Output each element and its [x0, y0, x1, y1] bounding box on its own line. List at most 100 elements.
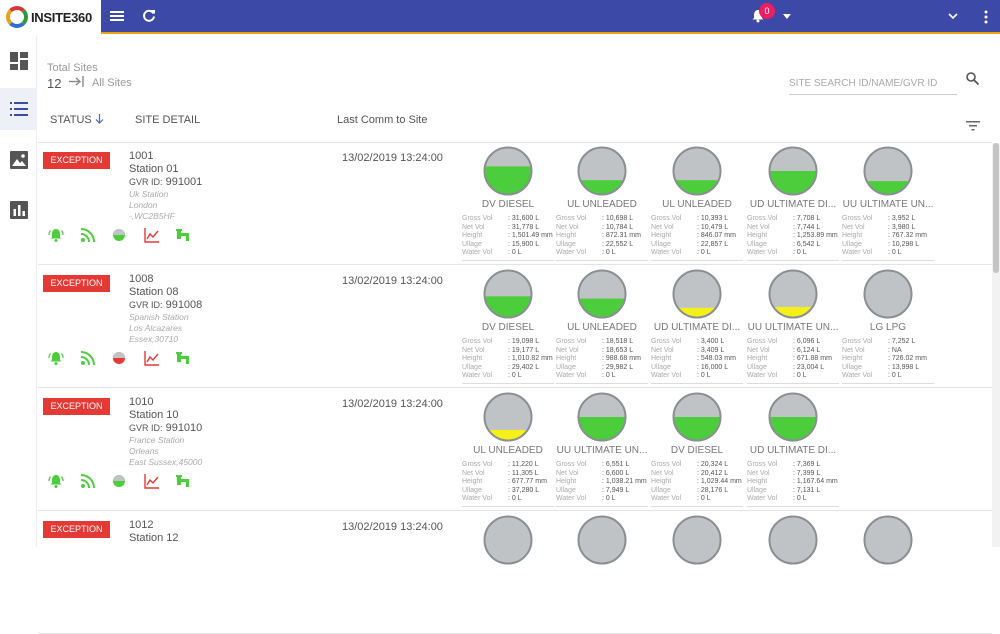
- tank-gauge[interactable]: [556, 515, 648, 631]
- tank-level-icon[interactable]: [577, 146, 627, 196]
- tank-gauge[interactable]: UU ULTIMATE UN... Gross Vol: 6,551 L Net V…: [556, 392, 648, 508]
- site-row[interactable]: EXCEPTION 1010 Station 10 GVR ID: 991010 Fra…: [38, 389, 992, 511]
- site-detail-column-header[interactable]: SITE DETAIL: [135, 114, 200, 126]
- tank-name: DV DIESEL: [481, 199, 535, 210]
- sidebar-item-map[interactable]: [0, 139, 37, 181]
- site-id[interactable]: 1012: [129, 519, 153, 531]
- site-row[interactable]: EXCEPTION 1001 Station 01 GVR ID: 991001 Uk …: [38, 143, 992, 265]
- tank-level-icon[interactable]: [768, 269, 818, 319]
- tank-gauge[interactable]: UU ULTIMATE UN... Gross Vol: 6,096 L Net V…: [747, 269, 839, 385]
- signal-icon[interactable]: [80, 227, 96, 243]
- tank-level-icon[interactable]: [672, 515, 722, 565]
- sidebar-item-list[interactable]: [0, 88, 37, 130]
- tank-level-icon[interactable]: [577, 392, 627, 442]
- fuel-pump-icon[interactable]: [175, 473, 191, 489]
- tank-gauge[interactable]: UD ULTIMATE DI... Gross Vol: 7,708 L Net V…: [747, 146, 839, 262]
- tank-ullage-label: Ullage: [651, 363, 671, 371]
- site-id[interactable]: 1010: [129, 396, 153, 408]
- status-badge[interactable]: EXCEPTION: [43, 152, 110, 169]
- tank-level-icon[interactable]: [863, 269, 913, 319]
- status-badge[interactable]: EXCEPTION: [43, 521, 110, 538]
- tank-gauge[interactable]: UL UNLEADED Gross Vol: 18,518 L Net Vol: 1…: [556, 269, 648, 385]
- tank-level-icon[interactable]: [672, 392, 722, 442]
- site-row[interactable]: EXCEPTION 1008 Station 08 GVR ID: 991008 Spa…: [38, 266, 992, 388]
- last-comm-column-header[interactable]: Last Comm to Site: [337, 114, 427, 126]
- site-name[interactable]: Station 01: [129, 163, 179, 175]
- tank-gauge[interactable]: [842, 515, 934, 631]
- tank-gross-label: Gross Vol: [651, 461, 682, 468]
- tank-level-icon[interactable]: [483, 146, 533, 196]
- tank-gauge[interactable]: DV DIESEL Gross Vol: 20,324 L Net Vol: 20,…: [651, 392, 743, 508]
- tank-level-icon[interactable]: [577, 269, 627, 319]
- tank-level-icon[interactable]: [672, 146, 722, 196]
- tank-level-icon[interactable]: [483, 269, 533, 319]
- refresh-icon[interactable]: [142, 9, 156, 23]
- tank-gauge[interactable]: UL UNLEADED Gross Vol: 10,393 L Net Vol: 1…: [651, 146, 743, 262]
- tank-gauge[interactable]: UD ULTIMATE DI... Gross Vol: 7,369 L Net V…: [747, 392, 839, 508]
- tank-gauge[interactable]: DV DIESEL Gross Vol: 19,098 L Net Vol: 19,…: [462, 269, 554, 385]
- alarm-bell-icon[interactable]: [48, 350, 64, 366]
- tank-level-icon[interactable]: [483, 392, 533, 442]
- tank-level-icon[interactable]: [768, 146, 818, 196]
- app-logo[interactable]: INSITE360: [0, 0, 101, 34]
- connection-status-icon[interactable]: [112, 474, 126, 488]
- sidebar-item-reports[interactable]: [0, 189, 37, 231]
- connection-status-icon[interactable]: [112, 351, 126, 365]
- chevron-down-icon[interactable]: [783, 14, 791, 20]
- status-column-header[interactable]: STATUS: [50, 114, 104, 126]
- more-vert-icon[interactable]: [984, 10, 988, 24]
- tank-gauge[interactable]: [651, 515, 743, 631]
- fuel-pump-icon[interactable]: [175, 350, 191, 366]
- tank-ullage-label: Ullage: [462, 363, 482, 371]
- signal-icon[interactable]: [80, 473, 96, 489]
- trend-chart-icon[interactable]: [144, 227, 160, 243]
- tank-gauge[interactable]: UL UNLEADED Gross Vol: 11,220 L Net Vol: 1…: [462, 392, 554, 508]
- tank-level-icon[interactable]: [863, 515, 913, 565]
- filter-icon[interactable]: [966, 121, 980, 131]
- connection-status-icon[interactable]: [112, 228, 126, 242]
- fuel-pump-icon[interactable]: [175, 227, 191, 243]
- site-id[interactable]: 1001: [129, 150, 153, 162]
- alarm-bell-icon[interactable]: [48, 227, 64, 243]
- tank-gauge[interactable]: [462, 515, 554, 631]
- signal-icon[interactable]: [80, 350, 96, 366]
- site-row[interactable]: EXCEPTION 1012 Station 12 13/02/2019 13:24…: [38, 512, 992, 634]
- tank-gauge[interactable]: UU ULTIMATE UN... Gross Vol: 3,952 L Net V…: [842, 146, 934, 262]
- tank-height-value: : 1,029.44 mm: [697, 478, 742, 485]
- tank-gauge[interactable]: [747, 515, 839, 631]
- trend-chart-icon[interactable]: [144, 473, 160, 489]
- tank-height-label: Height: [462, 478, 483, 485]
- scrollbar-thumb[interactable]: [993, 143, 999, 273]
- status-badge[interactable]: EXCEPTION: [43, 275, 110, 292]
- tank-height-label: Height: [556, 355, 577, 362]
- tank-gauge[interactable]: UD ULTIMATE DI... Gross Vol: 3,400 L Net V…: [651, 269, 743, 385]
- tank-gauge[interactable]: UL UNLEADED Gross Vol: 10,698 L Net Vol: 1…: [556, 146, 648, 262]
- status-badge[interactable]: EXCEPTION: [43, 398, 110, 415]
- tank-level-icon[interactable]: [672, 269, 722, 319]
- tank-level-icon[interactable]: [768, 515, 818, 565]
- all-sites-link[interactable]: All Sites: [92, 77, 132, 89]
- search-icon[interactable]: [966, 72, 979, 85]
- sort-arrow-down-icon[interactable]: [95, 114, 104, 124]
- chevron-down-icon[interactable]: [948, 12, 958, 20]
- tank-level-icon[interactable]: [768, 392, 818, 442]
- tank-gauge[interactable]: LG LPG Gross Vol: 7,252 L Net Vol: NA Heigh…: [842, 269, 934, 385]
- menu-icon[interactable]: [110, 10, 124, 22]
- trend-chart-icon[interactable]: [144, 350, 160, 366]
- site-id[interactable]: 1008: [129, 273, 153, 285]
- site-name[interactable]: Station 12: [129, 532, 179, 544]
- tank-level-icon[interactable]: [577, 515, 627, 565]
- tank-gauge[interactable]: DV DIESEL Gross Vol: 31,600 L Net Vol: 31,…: [462, 146, 554, 262]
- tank-water-row: Water Vol: 0 L: [747, 495, 847, 504]
- site-search-input[interactable]: [789, 73, 957, 95]
- site-action-icons: [48, 473, 198, 489]
- sidebar-item-dashboard[interactable]: [0, 40, 37, 82]
- site-name[interactable]: Station 08: [129, 286, 179, 298]
- dashboard-icon: [9, 52, 28, 70]
- alarm-bell-icon[interactable]: [48, 473, 64, 489]
- scrollbar[interactable]: [992, 143, 1000, 547]
- tank-level-icon[interactable]: [483, 515, 533, 565]
- arrow-to-end-icon[interactable]: [69, 76, 85, 87]
- tank-level-icon[interactable]: [863, 146, 913, 196]
- site-name[interactable]: Station 10: [129, 409, 179, 421]
